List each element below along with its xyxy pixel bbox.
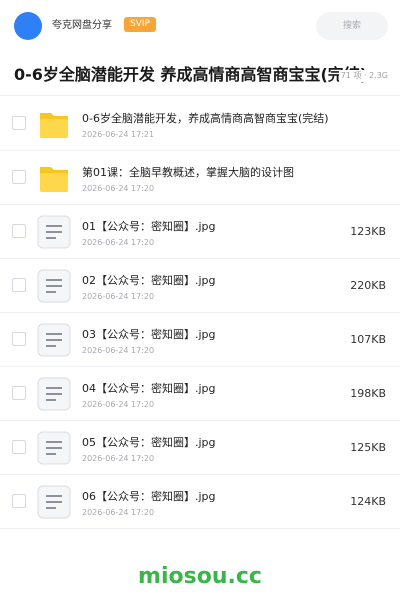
document-icon (37, 215, 71, 249)
list-item[interactable]: 01【公众号：密知圈】.jpg 2026-06-24 17:20 123KB (0, 205, 400, 259)
folder-title-bar: 0-6岁全脑潜能开发 养成高情商高智商宝宝(完结) 71 项 · 2.3G (0, 52, 400, 96)
document-icon (37, 485, 71, 519)
file-name: 06【公众号：密知圈】.jpg (82, 490, 216, 503)
file-name: 03【公众号：密知圈】.jpg (82, 328, 216, 341)
document-icon (37, 323, 71, 357)
file-date: 2026-06-24 17:20 (82, 292, 155, 301)
file-name: 01【公众号：密知圈】.jpg (82, 220, 216, 233)
row-checkbox[interactable] (12, 116, 26, 130)
file-list: 0-6岁全脑潜能开发，养成高情商高智商宝宝(完结) 2026-06-24 17:… (0, 97, 400, 529)
vip-badge: SVIP (124, 17, 156, 32)
row-checkbox[interactable] (12, 386, 26, 400)
file-date: 2026-06-24 17:21 (82, 130, 155, 139)
list-item[interactable]: 0-6岁全脑潜能开发，养成高情商高智商宝宝(完结) 2026-06-24 17:… (0, 97, 400, 151)
list-item[interactable]: 05【公众号：密知圈】.jpg 2026-06-24 17:20 125KB (0, 421, 400, 475)
file-size: 198KB (350, 387, 386, 400)
row-checkbox[interactable] (12, 494, 26, 508)
file-size: 124KB (350, 495, 386, 508)
app-name: 夸克网盘分享 (52, 20, 112, 31)
watermark: miosou.cc (138, 564, 262, 589)
file-size: 125KB (350, 441, 386, 454)
folder-icon (37, 107, 71, 141)
file-date: 2026-06-24 17:20 (82, 454, 155, 463)
list-item[interactable]: 06【公众号：密知圈】.jpg 2026-06-24 17:20 124KB (0, 475, 400, 529)
list-item[interactable]: 03【公众号：密知圈】.jpg 2026-06-24 17:20 107KB (0, 313, 400, 367)
row-checkbox[interactable] (12, 278, 26, 292)
row-checkbox[interactable] (12, 332, 26, 346)
document-icon (37, 431, 71, 465)
list-item[interactable]: 第01课：全脑早教概述，掌握大脑的设计图 2026-06-24 17:20 (0, 151, 400, 205)
file-date: 2026-06-24 17:20 (82, 184, 155, 193)
file-name: 第01课：全脑早教概述，掌握大脑的设计图 (82, 166, 294, 179)
row-checkbox[interactable] (12, 440, 26, 454)
file-date: 2026-06-24 17:20 (82, 400, 155, 409)
file-size: 107KB (350, 333, 386, 346)
list-item[interactable]: 02【公众号：密知圈】.jpg 2026-06-24 17:20 220KB (0, 259, 400, 313)
document-icon (37, 269, 71, 303)
avatar[interactable] (14, 12, 42, 40)
file-name: 05【公众号：密知圈】.jpg (82, 436, 216, 449)
page-title: 0-6岁全脑潜能开发 养成高情商高智商宝宝(完结) (14, 65, 368, 84)
file-date: 2026-06-24 17:20 (82, 238, 155, 247)
folder-meta: 71 项 · 2.3G (338, 70, 388, 82)
search-button[interactable]: 搜索 (316, 12, 388, 40)
row-checkbox[interactable] (12, 170, 26, 184)
file-date: 2026-06-24 17:20 (82, 346, 155, 355)
file-name: 0-6岁全脑潜能开发，养成高情商高智商宝宝(完结) (82, 112, 329, 125)
list-item[interactable]: 04【公众号：密知圈】.jpg 2026-06-24 17:20 198KB (0, 367, 400, 421)
document-icon (37, 377, 71, 411)
file-date: 2026-06-24 17:20 (82, 508, 155, 517)
file-name: 02【公众号：密知圈】.jpg (82, 274, 216, 287)
file-name: 04【公众号：密知圈】.jpg (82, 382, 216, 395)
row-checkbox[interactable] (12, 224, 26, 238)
file-size: 123KB (350, 225, 386, 238)
file-size: 220KB (350, 279, 386, 292)
folder-icon (37, 161, 71, 195)
app-header: 夸克网盘分享 SVIP 搜索 (0, 0, 400, 52)
